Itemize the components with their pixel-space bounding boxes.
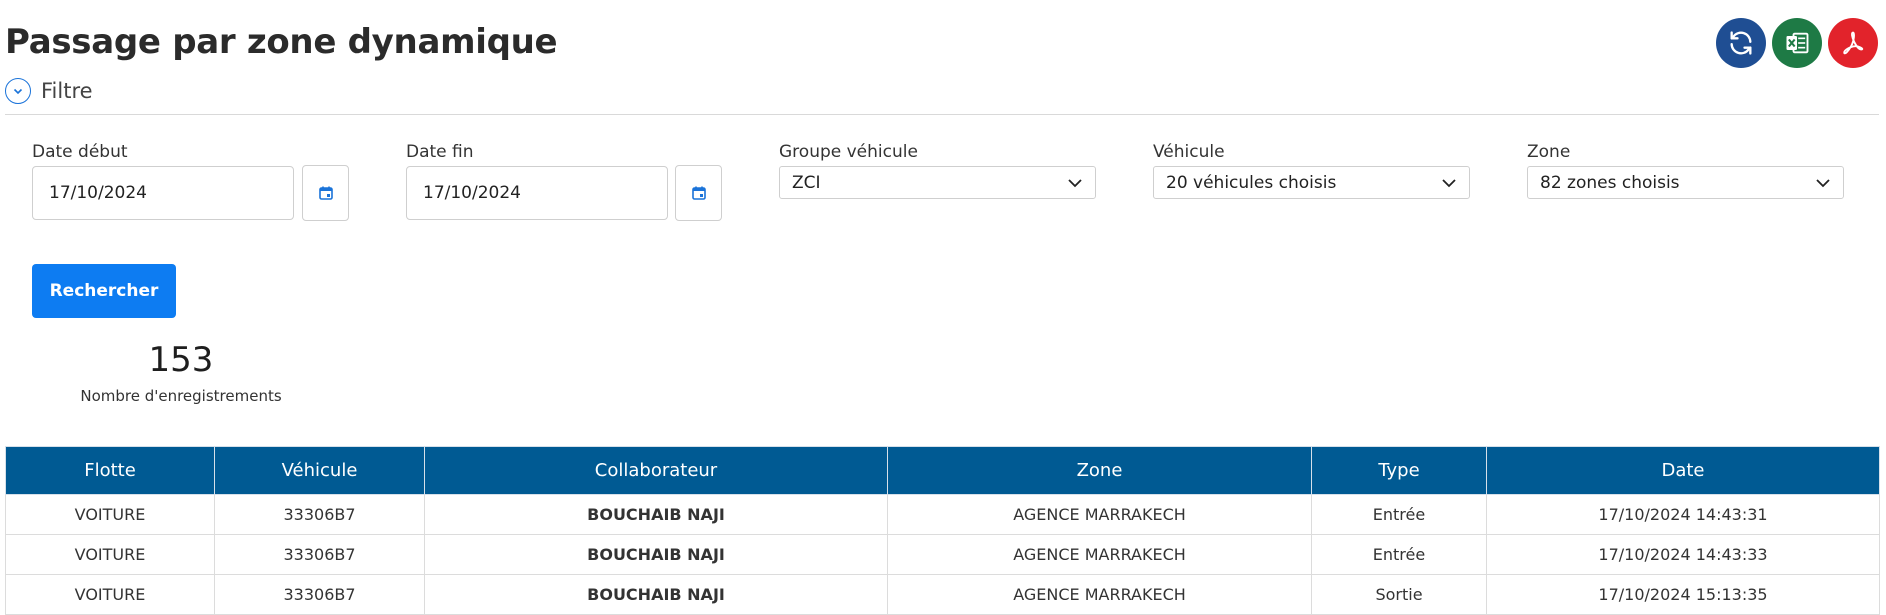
chevron-down-icon (1068, 178, 1082, 187)
vehicle-group-value: ZCI (792, 172, 821, 193)
chevron-down-icon (5, 78, 31, 104)
date-cell: 17/10/2024 15:13:35 (1486, 574, 1880, 615)
column-header-collaborateur[interactable]: Collaborateur (424, 446, 888, 495)
chevron-down-icon (1442, 178, 1456, 187)
date-start-input[interactable] (32, 166, 294, 220)
results-table: Flotte Véhicule Collaborateur Zone Type … (5, 446, 1880, 615)
vehicle-group-select[interactable]: ZCI (779, 166, 1096, 199)
table-row: VOITURE 33306B7 BOUCHAIB NAJI AGENCE MAR… (5, 494, 1880, 535)
zone-label: Zone (1527, 142, 1571, 162)
vehicle-select[interactable]: 20 véhicules choisis (1153, 166, 1470, 199)
search-button[interactable]: Rechercher (32, 264, 176, 318)
type-cell: Sortie (1311, 574, 1487, 615)
refresh-icon (1730, 31, 1752, 55)
collaborator-cell: BOUCHAIB NAJI (424, 534, 888, 575)
date-end-calendar-button[interactable] (675, 165, 722, 221)
excel-icon (1786, 32, 1809, 54)
pdf-export-button[interactable] (1828, 18, 1878, 68)
collaborator-cell: BOUCHAIB NAJI (424, 574, 888, 615)
vehicle-group-label: Groupe véhicule (779, 142, 918, 162)
zone-cell: AGENCE MARRAKECH (887, 534, 1312, 575)
date-cell: 17/10/2024 14:43:33 (1486, 534, 1880, 575)
pdf-icon (1843, 31, 1864, 55)
vehicle-link[interactable]: 33306B7 (214, 574, 425, 615)
date-start-label: Date début (32, 142, 128, 162)
zone-select[interactable]: 82 zones choisis (1527, 166, 1844, 199)
filter-divider (5, 114, 1879, 115)
vehicle-link[interactable]: 33306B7 (214, 534, 425, 575)
refresh-button[interactable] (1716, 18, 1766, 68)
column-header-date[interactable]: Date (1486, 446, 1880, 495)
zone-cell: AGENCE MARRAKECH (887, 574, 1312, 615)
column-header-vehicule[interactable]: Véhicule (214, 446, 425, 495)
column-header-flotte[interactable]: Flotte (5, 446, 215, 495)
page-title: Passage par zone dynamique (5, 22, 558, 62)
chevron-down-icon (1816, 178, 1830, 187)
vehicle-link[interactable]: 33306B7 (214, 494, 425, 535)
zone-cell: AGENCE MARRAKECH (887, 494, 1312, 535)
fleet-cell: VOITURE (5, 494, 215, 535)
record-count-label: Nombre d'enregistrements (80, 387, 282, 405)
fleet-cell: VOITURE (5, 574, 215, 615)
calendar-icon (318, 186, 333, 200)
table-header-row: Flotte Véhicule Collaborateur Zone Type … (5, 446, 1880, 495)
date-end-input[interactable] (406, 166, 668, 220)
zone-value: 82 zones choisis (1540, 172, 1680, 193)
type-cell: Entrée (1311, 534, 1487, 575)
table-row: VOITURE 33306B7 BOUCHAIB NAJI AGENCE MAR… (5, 534, 1880, 575)
filter-label: Filtre (41, 79, 93, 103)
excel-export-button[interactable] (1772, 18, 1822, 68)
header-actions (1716, 18, 1878, 68)
fleet-cell: VOITURE (5, 534, 215, 575)
date-end-label: Date fin (406, 142, 474, 162)
record-count: 153 (148, 340, 214, 380)
table-row: VOITURE 33306B7 BOUCHAIB NAJI AGENCE MAR… (5, 574, 1880, 615)
filter-toggle[interactable]: Filtre (5, 78, 93, 104)
date-start-calendar-button[interactable] (302, 165, 349, 221)
calendar-icon (691, 186, 706, 200)
vehicle-value: 20 véhicules choisis (1166, 172, 1337, 193)
collaborator-cell: BOUCHAIB NAJI (424, 494, 888, 535)
type-cell: Entrée (1311, 494, 1487, 535)
column-header-type[interactable]: Type (1311, 446, 1487, 495)
date-cell: 17/10/2024 14:43:31 (1486, 494, 1880, 535)
vehicle-label: Véhicule (1153, 142, 1225, 162)
column-header-zone[interactable]: Zone (887, 446, 1312, 495)
